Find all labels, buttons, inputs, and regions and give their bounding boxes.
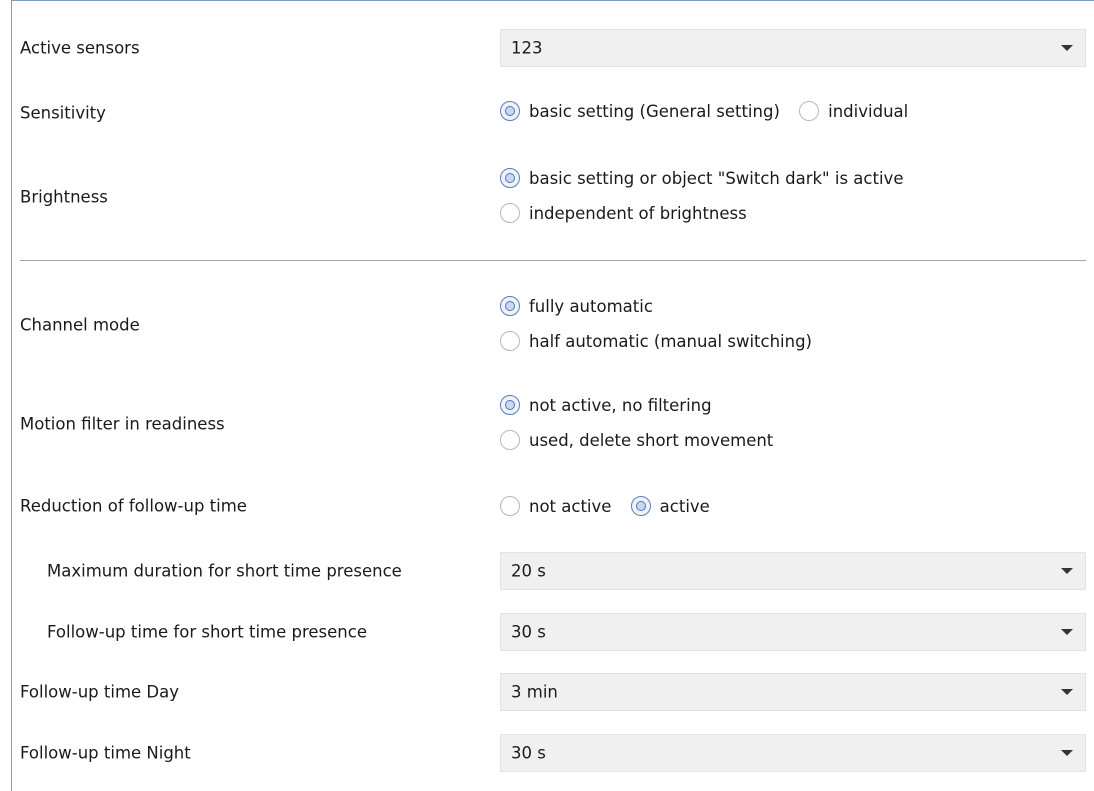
sensitivity-label: Sensitivity bbox=[20, 103, 106, 123]
motion-filter-label: Motion filter in readiness bbox=[20, 414, 225, 434]
reduction-option-not-active[interactable]: not active bbox=[500, 496, 611, 516]
reduction-radio-group: not active active bbox=[500, 496, 1086, 520]
followup-day-value: 3 min bbox=[511, 682, 558, 702]
section-divider bbox=[20, 260, 1086, 261]
radio-unselected-icon[interactable] bbox=[500, 203, 520, 223]
channel-mode-option-half[interactable]: half automatic (manual switching) bbox=[500, 322, 1086, 360]
brightness-radio-group: basic setting or object "Switch dark" is… bbox=[500, 162, 1086, 232]
radio-selected-icon[interactable] bbox=[500, 296, 520, 316]
sensitivity-radio-group: basic setting (General setting) individu… bbox=[500, 101, 1086, 125]
row-followup-day: Follow-up time Day 3 min bbox=[20, 673, 1086, 711]
channel-mode-radio-group: fully automatic half automatic (manual s… bbox=[500, 290, 1086, 360]
brightness-option-basic[interactable]: basic setting or object "Switch dark" is… bbox=[500, 162, 1086, 194]
brightness-label: Brightness bbox=[20, 187, 108, 207]
chevron-down-icon bbox=[1061, 629, 1073, 635]
radio-unselected-icon[interactable] bbox=[500, 331, 520, 351]
reduction-option-not-active-label: not active bbox=[529, 496, 612, 516]
max-duration-value: 20 s bbox=[511, 561, 546, 581]
motion-filter-option-used[interactable]: used, delete short movement bbox=[500, 421, 1086, 459]
brightness-option-independent[interactable]: independent of brightness bbox=[500, 194, 1086, 232]
motion-filter-radio-group: not active, no filtering used, delete sh… bbox=[500, 389, 1086, 459]
channel-mode-option-fully-label: fully automatic bbox=[529, 296, 653, 316]
radio-selected-icon[interactable] bbox=[630, 496, 651, 516]
channel-mode-option-fully[interactable]: fully automatic bbox=[500, 290, 1086, 322]
panel-left-border bbox=[11, 0, 12, 791]
row-active-sensors: Active sensors 123 bbox=[20, 29, 1086, 67]
radio-unselected-icon[interactable] bbox=[500, 430, 520, 450]
brightness-option-independent-label: independent of brightness bbox=[529, 203, 747, 223]
row-channel-mode: Channel mode fully automatic half automa… bbox=[20, 287, 1086, 363]
radio-unselected-icon[interactable] bbox=[799, 101, 820, 121]
radio-unselected-icon[interactable] bbox=[500, 496, 520, 516]
row-followup-short: Follow-up time for short time presence 3… bbox=[20, 613, 1086, 651]
chevron-down-icon bbox=[1061, 45, 1073, 51]
motion-filter-option-not-active[interactable]: not active, no filtering bbox=[500, 389, 1086, 421]
followup-day-dropdown[interactable]: 3 min bbox=[500, 673, 1086, 711]
chevron-down-icon bbox=[1061, 568, 1073, 574]
radio-selected-icon[interactable] bbox=[500, 395, 520, 415]
chevron-down-icon bbox=[1061, 689, 1073, 695]
row-reduction: Reduction of follow-up time not active a… bbox=[20, 490, 1086, 522]
followup-short-dropdown[interactable]: 30 s bbox=[500, 613, 1086, 651]
row-sensitivity: Sensitivity basic setting (General setti… bbox=[20, 97, 1086, 129]
followup-short-value: 30 s bbox=[511, 622, 546, 642]
panel-top-border bbox=[11, 0, 1094, 1]
chevron-down-icon bbox=[1061, 750, 1073, 756]
radio-selected-icon[interactable] bbox=[500, 168, 520, 188]
followup-short-label: Follow-up time for short time presence bbox=[47, 622, 367, 642]
channel-mode-option-half-label: half automatic (manual switching) bbox=[529, 331, 812, 351]
row-motion-filter: Motion filter in readiness not active, n… bbox=[20, 386, 1086, 462]
reduction-label: Reduction of follow-up time bbox=[20, 496, 247, 516]
channel-mode-label: Channel mode bbox=[20, 315, 140, 335]
sensitivity-option-basic[interactable]: basic setting (General setting) bbox=[500, 101, 780, 121]
followup-night-dropdown[interactable]: 30 s bbox=[500, 734, 1086, 772]
sensitivity-option-basic-label: basic setting (General setting) bbox=[529, 101, 780, 121]
followup-day-label: Follow-up time Day bbox=[20, 682, 179, 702]
followup-night-value: 30 s bbox=[511, 743, 546, 763]
sensitivity-option-individual-label: individual bbox=[828, 101, 909, 121]
reduction-option-active-label: active bbox=[659, 496, 710, 516]
sensitivity-option-individual[interactable]: individual bbox=[799, 101, 908, 121]
active-sensors-value: 123 bbox=[511, 38, 543, 58]
row-max-duration: Maximum duration for short time presence… bbox=[20, 552, 1086, 590]
followup-night-label: Follow-up time Night bbox=[20, 743, 191, 763]
brightness-option-basic-label: basic setting or object "Switch dark" is… bbox=[529, 168, 904, 188]
motion-filter-option-used-label: used, delete short movement bbox=[529, 430, 774, 450]
max-duration-label: Maximum duration for short time presence bbox=[47, 561, 402, 581]
active-sensors-dropdown[interactable]: 123 bbox=[500, 29, 1086, 67]
row-followup-night: Follow-up time Night 30 s bbox=[20, 734, 1086, 772]
max-duration-dropdown[interactable]: 20 s bbox=[500, 552, 1086, 590]
row-brightness: Brightness basic setting or object "Swit… bbox=[20, 159, 1086, 235]
reduction-option-active[interactable]: active bbox=[630, 496, 710, 516]
motion-filter-option-not-active-label: not active, no filtering bbox=[529, 395, 712, 415]
radio-selected-icon[interactable] bbox=[500, 101, 520, 121]
active-sensors-label: Active sensors bbox=[20, 38, 140, 58]
